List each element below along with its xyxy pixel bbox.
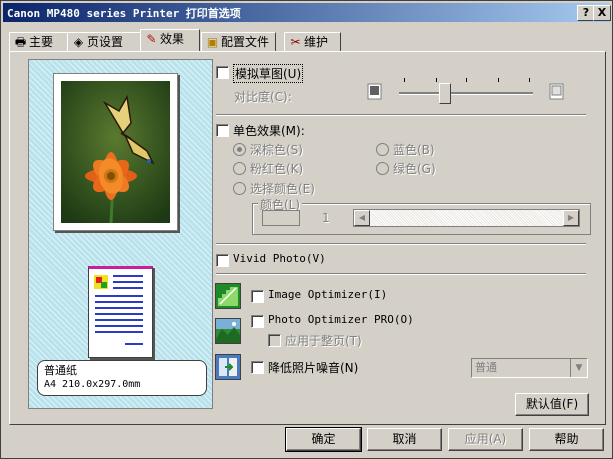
scroll-left-arrow-icon[interactable]: ◀: [354, 210, 370, 226]
separator: [216, 114, 586, 116]
contrast-slider-thumb[interactable]: [439, 83, 451, 104]
effects-panel: 普通纸 A4 210.0x297.0mm 模拟草图(U) 对比度(C): 单色效…: [9, 51, 606, 425]
image-optimizer-label: Image Optimizer(I): [268, 288, 388, 301]
defaults-button[interactable]: 默认值(F): [515, 393, 589, 416]
tab-effects[interactable]: ✎ 效果: [140, 29, 200, 51]
cancel-button[interactable]: 取消: [367, 428, 442, 451]
color-scrollbar[interactable]: ◀ ▶: [353, 209, 580, 227]
media-info-box: 普通纸 A4 210.0x297.0mm: [37, 360, 207, 396]
media-type: 普通纸: [44, 364, 77, 377]
tab-label: 主要: [29, 35, 54, 49]
simulate-sketch-label: 模拟草图(U): [233, 64, 304, 83]
color-value: 1: [322, 211, 330, 225]
window-title: Canon MP480 series Printer 打印首选项: [7, 7, 241, 20]
paper-size: A4 210.0x297.0mm: [44, 379, 141, 390]
photo-optimizer-checkbox[interactable]: [251, 315, 264, 328]
separator: [216, 273, 586, 275]
title-bar: Canon MP480 series Printer 打印首选项 ? X: [3, 3, 611, 22]
apply-whole-page-checkbox[interactable]: [268, 334, 281, 347]
monochrome-checkbox[interactable]: [216, 124, 229, 137]
noise-reduction-label: 降低照片噪音(N): [268, 361, 359, 375]
tab-label: 页设置: [87, 35, 124, 49]
select-color-label: 选择颜色(E): [250, 182, 315, 196]
photo-optimizer-icon: [215, 318, 241, 344]
green-radio[interactable]: [376, 162, 389, 175]
tab-page-setup[interactable]: ◈ 页设置: [67, 32, 142, 52]
separator: [216, 243, 586, 245]
select-color-radio[interactable]: [233, 182, 246, 195]
image-optimizer-icon: [215, 283, 241, 309]
pink-radio[interactable]: [233, 162, 246, 175]
noise-level-value: 普通: [475, 361, 497, 374]
tab-maintenance[interactable]: ✂ 维护: [284, 32, 341, 52]
image-thumbnail: [94, 275, 108, 289]
image-optimizer-checkbox[interactable]: [251, 290, 264, 303]
paper-layout-preview: [88, 266, 153, 358]
contrast-slider-track[interactable]: [399, 92, 533, 95]
printer-preferences-window: Canon MP480 series Printer 打印首选项 ? X 🖶 主要…: [0, 0, 613, 459]
tab-main[interactable]: 🖶 主要: [9, 32, 68, 52]
folder-icon: ▣: [206, 35, 219, 49]
scroll-right-arrow-icon[interactable]: ▶: [563, 210, 579, 226]
noise-level-select[interactable]: 普通 ▼: [471, 358, 588, 378]
printer-icon: 🖶: [14, 35, 27, 49]
tab-profiles[interactable]: ▣ 配置文件: [201, 32, 276, 52]
monochrome-label: 单色效果(M):: [233, 124, 305, 138]
vivid-photo-checkbox[interactable]: [216, 254, 229, 267]
green-label: 绿色(G): [393, 162, 436, 176]
noise-reduction-checkbox[interactable]: [251, 361, 264, 374]
tools-icon: ✂: [290, 35, 301, 49]
color-swatch: [262, 210, 300, 226]
sepia-label: 深棕色(S): [250, 143, 303, 157]
apply-whole-page-label: 应用于整页(T): [285, 334, 362, 348]
noise-reduction-icon: [215, 354, 241, 380]
tab-label: 配置文件: [221, 35, 270, 49]
chevron-down-icon: ▼: [570, 359, 587, 377]
ok-button[interactable]: 确定: [285, 427, 362, 452]
butterfly-photo: [61, 81, 170, 223]
preview-area: 普通纸 A4 210.0x297.0mm: [28, 59, 213, 409]
tab-label: 维护: [304, 35, 329, 49]
tab-label: 效果: [160, 32, 185, 46]
low-contrast-icon: [367, 83, 383, 101]
brush-icon: ✎: [146, 32, 157, 46]
help-button[interactable]: 帮助: [529, 428, 604, 451]
vivid-photo-label: Vivid Photo(V): [233, 252, 326, 265]
pages-icon: ◈: [73, 35, 84, 49]
photo-optimizer-label: Photo Optimizer PRO(O): [268, 313, 414, 326]
simulate-sketch-checkbox[interactable]: [216, 66, 229, 79]
blue-radio[interactable]: [376, 143, 389, 156]
high-contrast-icon: [549, 83, 565, 101]
sepia-radio[interactable]: [233, 143, 246, 156]
close-button[interactable]: X: [593, 5, 611, 21]
contrast-label: 对比度(C):: [234, 90, 292, 104]
apply-button[interactable]: 应用(A): [448, 428, 523, 451]
pink-label: 粉红色(K): [250, 162, 304, 176]
blue-label: 蓝色(B): [393, 143, 435, 157]
photo-preview-card: [53, 73, 178, 231]
